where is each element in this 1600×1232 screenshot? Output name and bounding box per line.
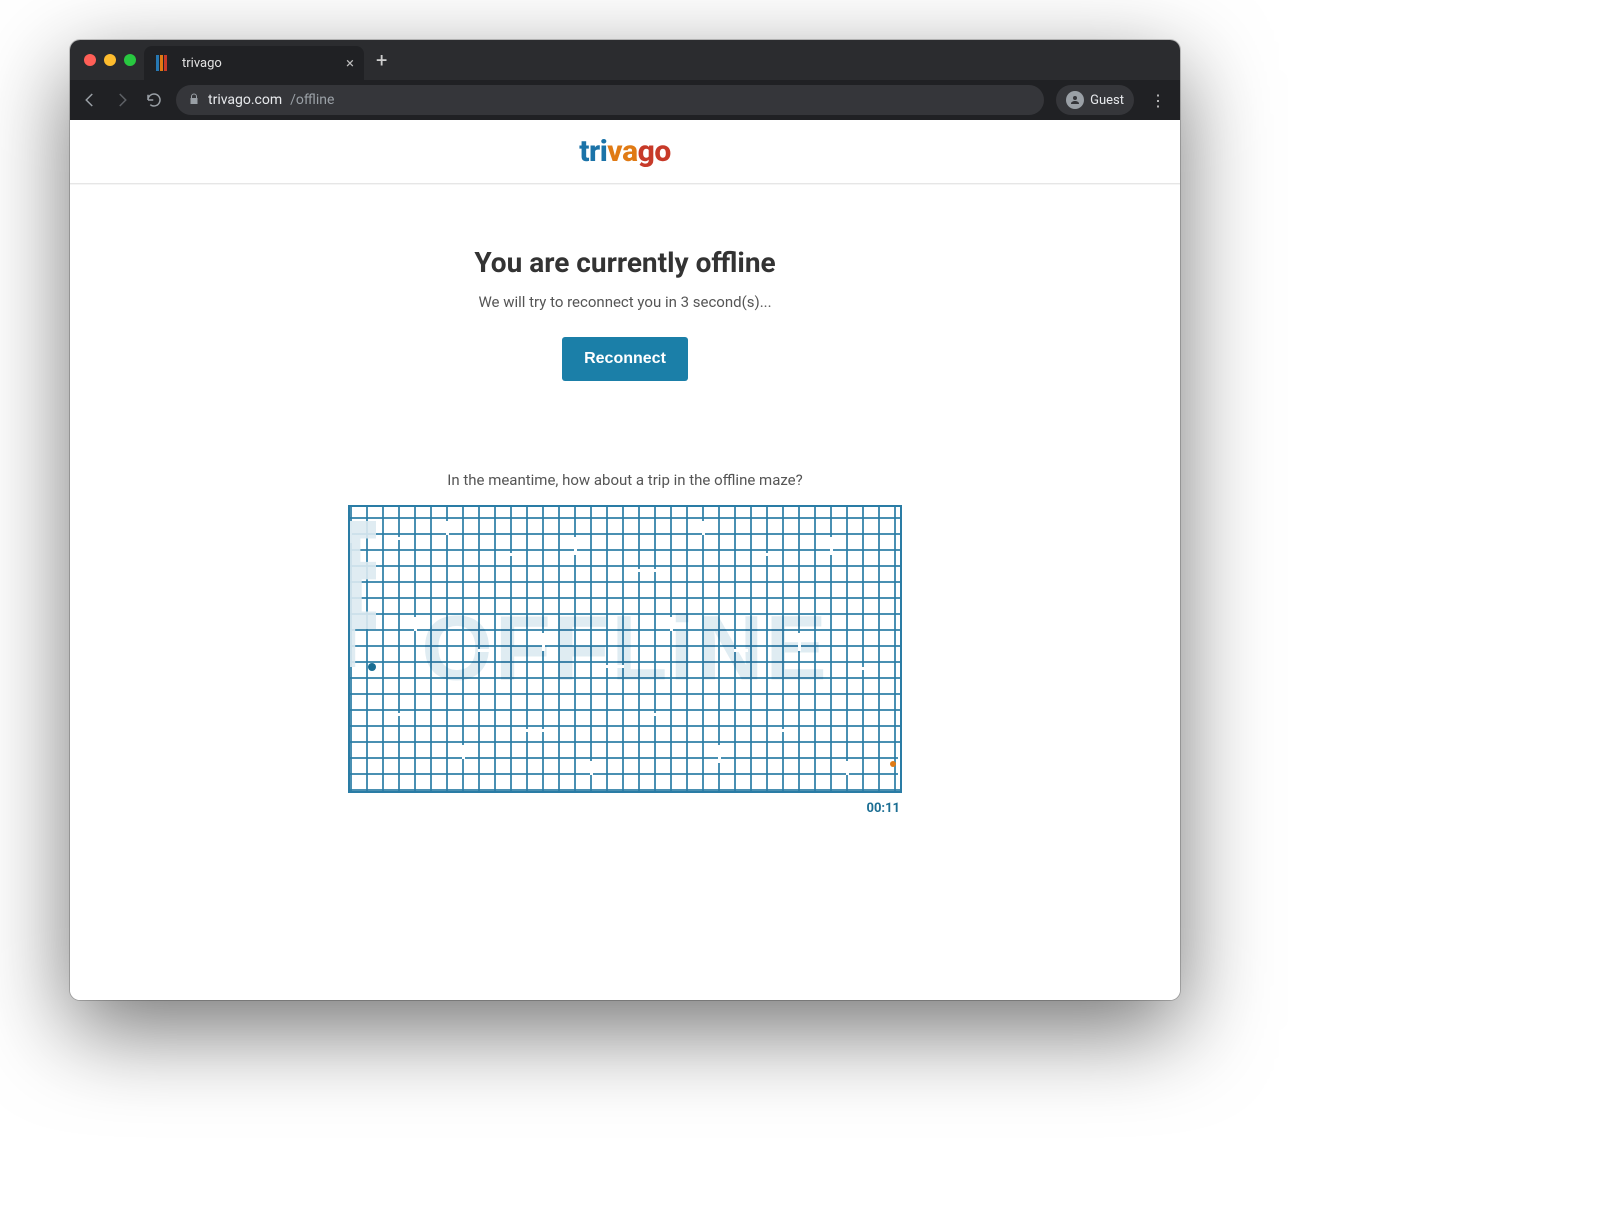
maze-timer: 00:11	[348, 801, 902, 816]
page-content: t r i v a g o You are currently offline …	[70, 120, 1180, 1000]
main-column: You are currently offline We will try to…	[70, 184, 1180, 816]
tab-close-button[interactable]: ×	[346, 54, 354, 72]
maze-caption: In the meantime, how about a trip in the…	[70, 471, 1180, 489]
browser-toolbar: trivago.com/offline Guest ⋮	[70, 80, 1180, 120]
maximize-window-button[interactable]	[124, 54, 136, 66]
tab-strip: trivago × +	[70, 40, 1180, 80]
back-button[interactable]	[80, 90, 100, 110]
minimize-window-button[interactable]	[104, 54, 116, 66]
logo-letter-o: o	[654, 134, 670, 169]
maze-player-dot	[368, 663, 376, 671]
maze-trail	[350, 521, 376, 667]
lock-icon	[188, 93, 200, 108]
logo-letter-t: t	[579, 134, 589, 169]
browser-window: trivago × + trivago.com/offline	[70, 40, 1180, 1000]
reload-button[interactable]	[144, 90, 164, 110]
trivago-favicon	[156, 55, 172, 71]
forward-button[interactable]	[112, 90, 132, 110]
address-bar[interactable]: trivago.com/offline	[176, 85, 1044, 115]
profile-button[interactable]: Guest	[1056, 85, 1134, 115]
offline-maze[interactable]: OFFLiNE	[348, 505, 902, 793]
offline-heading: You are currently offline	[70, 246, 1180, 279]
browser-chrome: trivago × + trivago.com/offline	[70, 40, 1180, 120]
logo-letter-i: i	[600, 134, 608, 169]
logo-letter-a: a	[622, 134, 638, 169]
logo-letter-v: v	[607, 134, 622, 169]
trivago-logo: t r i v a g o	[579, 134, 671, 169]
profile-avatar-icon	[1066, 91, 1084, 109]
maze-exit-dot	[890, 761, 896, 767]
new-tab-button[interactable]: +	[364, 48, 399, 72]
url-path: /offline	[290, 92, 334, 108]
url-host: trivago.com	[208, 92, 282, 108]
reconnect-countdown-text: We will try to reconnect you in 3 second…	[70, 293, 1180, 311]
browser-tab[interactable]: trivago ×	[144, 46, 364, 80]
profile-label: Guest	[1090, 93, 1124, 108]
page-header: t r i v a g o	[70, 120, 1180, 184]
close-window-button[interactable]	[84, 54, 96, 66]
window-controls	[80, 54, 144, 66]
logo-letter-g: g	[638, 134, 655, 169]
overflow-menu-button[interactable]: ⋮	[1146, 91, 1170, 110]
logo-letter-r: r	[589, 134, 600, 169]
reconnect-button[interactable]: Reconnect	[562, 337, 688, 381]
maze-container: OFFLiNE	[348, 505, 902, 816]
tab-title: trivago	[182, 56, 222, 71]
